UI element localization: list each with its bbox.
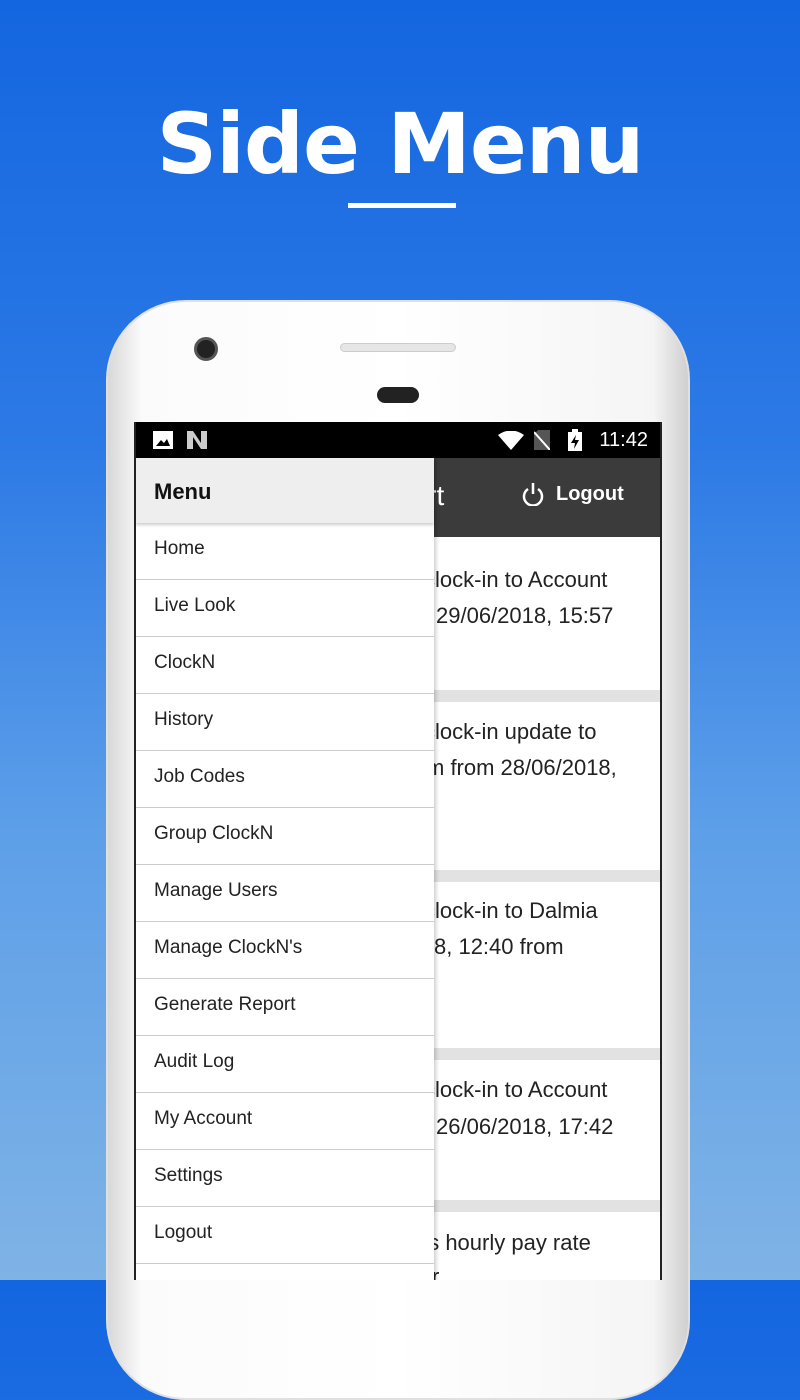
menu-item-live-look[interactable]: Live Look [136, 580, 434, 637]
menu-item-audit-log[interactable]: Audit Log [136, 1036, 434, 1093]
speaker [340, 343, 456, 352]
menu-item-clockn[interactable]: ClockN [136, 637, 434, 694]
card-line: 29/06/2018, 15:57 [436, 603, 614, 628]
screen: 11:42 port Logout clock-in to Account 29… [134, 422, 662, 1280]
no-sim-icon [534, 430, 550, 450]
card-line: 8, 12:40 from [434, 934, 564, 959]
logout-button[interactable]: Logout [522, 482, 624, 506]
headline-underline [348, 203, 456, 208]
card-line: clock-in to Account [424, 1077, 608, 1102]
menu-item-history[interactable]: History [136, 694, 434, 751]
status-bar: 11:42 [136, 422, 660, 458]
card-line: 's hourly pay rate [424, 1230, 591, 1255]
card-line: clock-in to Dalmia [424, 898, 598, 923]
card-line: clock-in to Account [424, 567, 608, 592]
menu-item-group-clockn[interactable]: Group ClockN [136, 808, 434, 865]
status-time: 11:42 [599, 429, 648, 451]
logout-label: Logout [556, 482, 624, 505]
card-line: m from 28/06/2018, [426, 755, 617, 780]
sensor [377, 387, 419, 403]
power-icon [522, 483, 544, 506]
wifi-icon [498, 431, 524, 450]
battery-charging-icon [568, 429, 582, 451]
n-icon [187, 431, 207, 449]
menu-item-my-account[interactable]: My Account [136, 1093, 434, 1150]
menu-title: Menu [136, 458, 434, 523]
image-icon [153, 431, 173, 449]
headline: Side Menu [156, 95, 645, 193]
camera-icon [194, 337, 218, 361]
menu-item-manage-clockns[interactable]: Manage ClockN's [136, 922, 434, 979]
card-line: clock-in update to [424, 719, 597, 744]
menu-item-settings[interactable]: Settings [136, 1150, 434, 1207]
side-menu: Menu Home Live Look ClockN History Job C… [136, 458, 434, 1280]
menu-item-manage-users[interactable]: Manage Users [136, 865, 434, 922]
menu-item-logout[interactable]: Logout [136, 1207, 434, 1264]
menu-item-home[interactable]: Home [136, 523, 434, 580]
menu-item-job-codes[interactable]: Job Codes [136, 751, 434, 808]
menu-item-generate-report[interactable]: Generate Report [136, 979, 434, 1036]
card-line: 26/06/2018, 17:42 [436, 1114, 614, 1139]
